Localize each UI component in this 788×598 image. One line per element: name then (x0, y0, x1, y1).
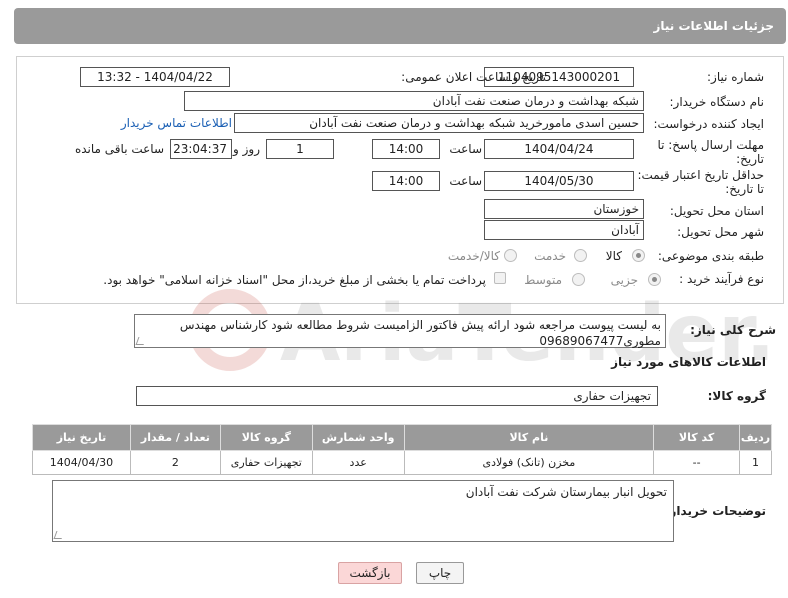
category-option-goods-service: کالا/خدمت (447, 249, 500, 263)
remaining-label: ساعت باقی مانده (74, 142, 164, 156)
process-option-minor: جزیی (610, 273, 638, 287)
col-date: تاریخ نیاز (32, 424, 131, 451)
process-radio-medium[interactable] (572, 273, 585, 286)
validity-date-field: 1404/05/30 (484, 171, 634, 191)
goods-group-label: گروه کالا: (707, 389, 766, 403)
process-option-medium: متوسط (524, 273, 562, 287)
validity-label-line2: تا تاریخ: (725, 182, 764, 196)
cell-name: مخزن (تانک) فولادی (403, 450, 655, 475)
col-qty: تعداد / مقدار (129, 424, 221, 451)
col-code: کد کالا (653, 424, 741, 451)
process-label: نوع فرآیند خرید : (679, 272, 764, 286)
cell-unit: عدد (311, 450, 405, 475)
buyer-notes-text: تحویل انبار بیمارستان شرکت نفت آبادان (465, 485, 667, 499)
cell-row: 1 (739, 450, 772, 475)
col-group: گروه کالا (219, 424, 313, 451)
deadline-label-line2: تاریخ: (736, 152, 764, 166)
deadline-date-field: 1404/04/24 (484, 139, 634, 159)
cell-date: 1404/04/30 (32, 450, 131, 475)
back-button[interactable]: بازگشت (338, 562, 402, 584)
col-name: نام کالا (403, 424, 655, 451)
description-label: شرح کلی نیاز: (690, 323, 776, 337)
col-row: ردیف (739, 424, 772, 451)
process-radio-minor[interactable] (648, 273, 661, 286)
creator-field: حسین اسدی مامورخرید شبکه بهداشت و درمان … (234, 113, 644, 133)
creator-label: ایجاد کننده درخواست: (653, 117, 764, 131)
buyer-notes-label: توضیحات خریدار: (664, 504, 766, 518)
goods-table-header: ردیف کد کالا نام کالا واحد شمارش گروه کا… (32, 424, 772, 451)
announce-label: تاریخ و ساعت اعلان عمومی: (401, 70, 546, 84)
notes-resize-grip-icon[interactable] (53, 531, 65, 539)
category-radio-goods-service[interactable] (504, 249, 517, 262)
need-number-label: شماره نیاز: (707, 70, 764, 84)
buyer-notes-box: تحویل انبار بیمارستان شرکت نفت آبادان (52, 480, 674, 542)
category-label: طبقه بندی موضوعی: (657, 249, 764, 263)
contact-info-link[interactable]: اطلاعات تماس خریدار (121, 116, 232, 130)
resize-grip-icon[interactable] (135, 337, 147, 345)
table-row: 1 -- مخزن (تانک) فولادی عدد تجهیزات حفار… (32, 450, 772, 475)
validity-time-field: 14:00 (372, 171, 440, 191)
category-radio-service[interactable] (574, 249, 587, 262)
deadline-label-line1: مهلت ارسال پاسخ: تا (657, 138, 764, 152)
city-field: آبادان (484, 220, 644, 240)
days-field: 1 (266, 139, 334, 159)
page-title: جزئیات اطلاعات نیاز (653, 19, 774, 33)
category-option-service: خدمت (534, 249, 566, 263)
remaining-time-field: 23:04:37 (170, 139, 232, 159)
announce-field: 1404/04/22 - 13:32 (80, 67, 230, 87)
payment-note: پرداخت تمام یا بخشی از مبلغ خرید،از محل … (103, 273, 486, 287)
goods-section-title: اطلاعات کالاهای مورد نیاز (611, 355, 766, 369)
page-header: جزئیات اطلاعات نیاز (14, 8, 786, 44)
description-text: به لیست پیوست مراجعه شود ارائه پیش فاکتو… (179, 318, 661, 348)
payment-treasury-checkbox[interactable] (494, 272, 506, 284)
goods-group-field: تجهیزات حفاری (136, 386, 658, 406)
province-field: خوزستان (484, 199, 644, 219)
validity-label-line1: حداقل تاریخ اعتبار قیمت: (637, 168, 764, 182)
col-unit: واحد شمارش (311, 424, 405, 451)
category-radio-goods[interactable] (632, 249, 645, 262)
buyer-org-label: نام دستگاه خریدار: (669, 95, 765, 109)
cell-code: -- (653, 450, 741, 475)
buyer-org-field: شبکه بهداشت و درمان صنعت نفت آبادان (184, 91, 644, 111)
cell-qty: 2 (129, 450, 221, 475)
province-label: استان محل تحویل: (669, 204, 764, 218)
deadline-time-field: 14:00 (372, 139, 440, 159)
description-box: به لیست پیوست مراجعه شود ارائه پیش فاکتو… (134, 314, 666, 348)
goods-table: ردیف کد کالا نام کالا واحد شمارش گروه کا… (32, 424, 772, 475)
print-button[interactable]: چاپ (416, 562, 464, 584)
cell-group: تجهیزات حفاری (219, 450, 313, 475)
category-option-goods: کالا (605, 249, 622, 263)
validity-time-label: ساعت (449, 174, 482, 188)
deadline-time-label: ساعت (449, 142, 482, 156)
days-label: روز و (233, 142, 260, 156)
city-label: شهر محل تحویل: (677, 225, 764, 239)
